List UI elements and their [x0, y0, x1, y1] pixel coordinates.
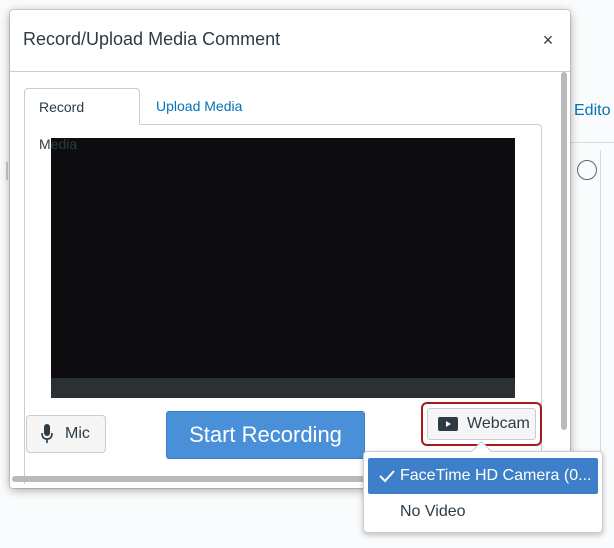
- webcam-button[interactable]: Webcam: [421, 402, 542, 446]
- mic-button[interactable]: Mic: [26, 415, 106, 453]
- accessibility-icon: [577, 160, 597, 180]
- video-preview: [51, 138, 515, 398]
- camera-option-facetime[interactable]: FaceTime HD Camera (0...: [368, 458, 598, 494]
- start-recording-button[interactable]: Start Recording: [166, 411, 365, 459]
- tab-record-media[interactable]: Record Media: [24, 88, 140, 152]
- background-editor-link: Edito: [574, 102, 611, 119]
- close-button[interactable]: ×: [538, 30, 558, 50]
- vertical-scroll-thumb[interactable]: [561, 72, 567, 430]
- modal-header: Record/Upload Media Comment ×: [10, 10, 570, 72]
- camera-option-label: FaceTime HD Camera (0...: [400, 467, 592, 484]
- camera-option-no-video[interactable]: No Video: [368, 494, 598, 530]
- video-camera-icon: [438, 417, 458, 431]
- microphone-icon: [41, 424, 53, 443]
- media-comment-modal: Record/Upload Media Comment × Record Med…: [10, 10, 570, 488]
- vertical-scrollbar[interactable]: [559, 72, 568, 434]
- camera-option-label: No Video: [400, 503, 466, 520]
- webcam-label: Webcam: [467, 415, 530, 432]
- modal-body: Record Media Upload Media Mic Start Reco…: [10, 72, 570, 488]
- tab-upload-media[interactable]: Upload Media: [142, 88, 256, 125]
- camera-dropdown-menu: FaceTime HD Camera (0... No Video: [363, 451, 603, 533]
- modal-title: Record/Upload Media Comment: [23, 29, 281, 49]
- background-divider: [570, 142, 614, 143]
- background-mark: [6, 162, 8, 180]
- mic-label: Mic: [65, 425, 90, 442]
- webcam-button-inner: Webcam: [427, 408, 536, 440]
- video-control-bar: [51, 378, 515, 398]
- checkmark-icon: [379, 470, 395, 483]
- media-tabs: Record Media Upload Media: [24, 88, 544, 152]
